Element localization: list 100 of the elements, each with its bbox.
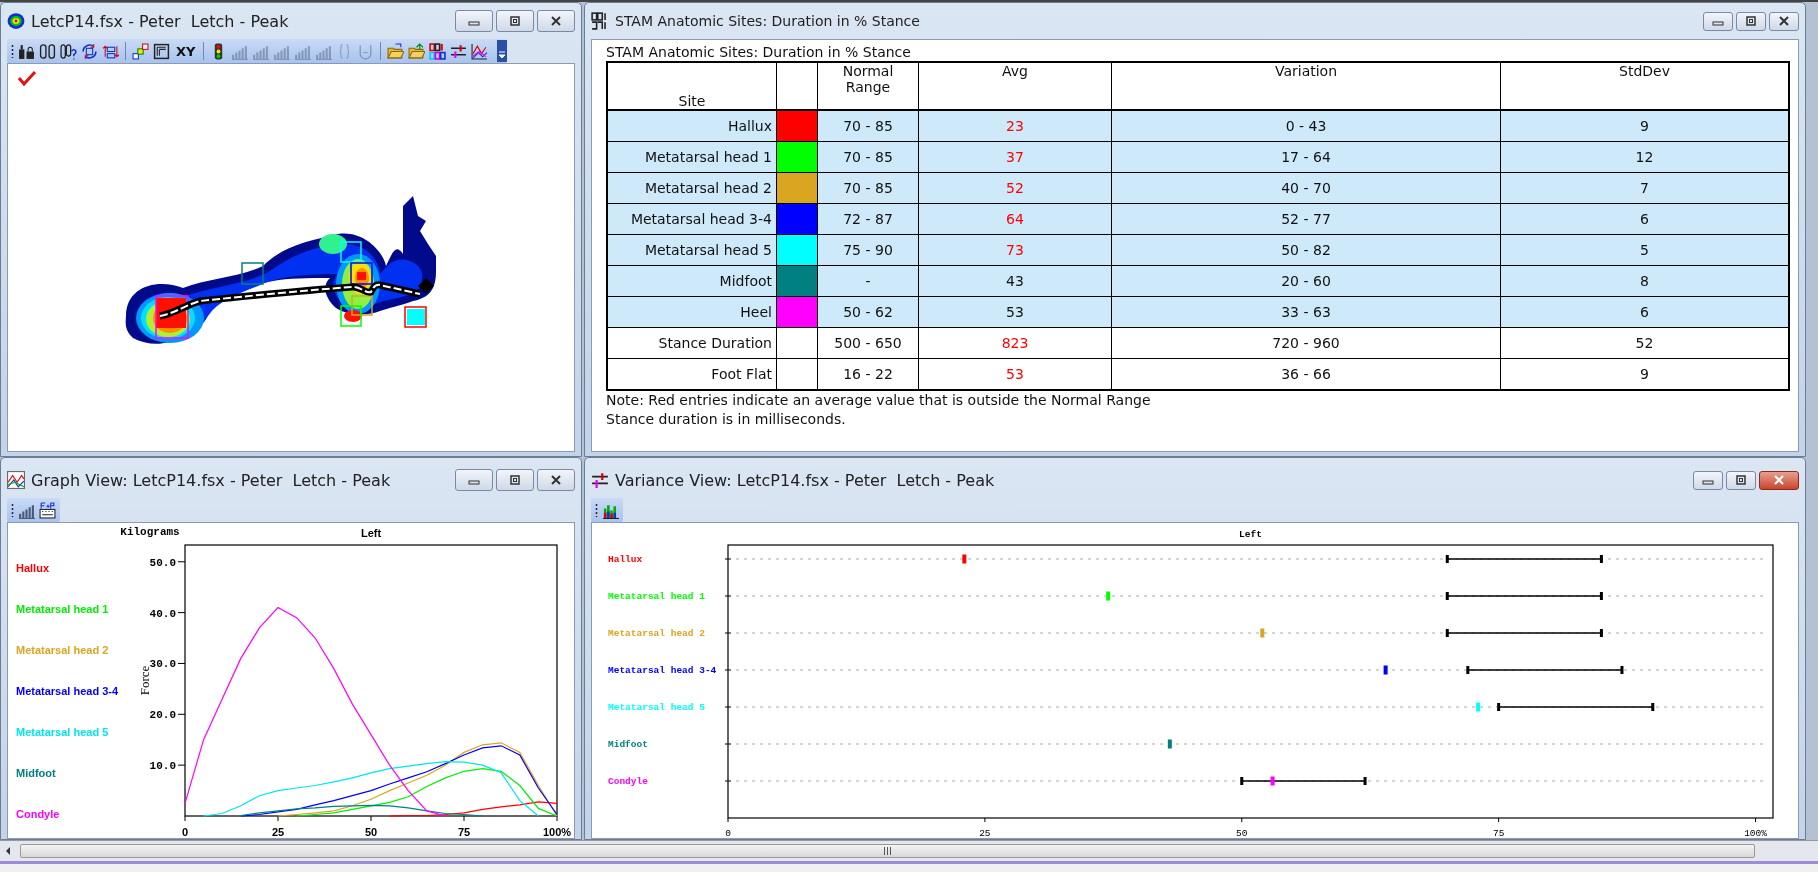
tick-mark xyxy=(1498,817,1500,823)
average-marker xyxy=(1260,628,1265,638)
column-header: Variation xyxy=(1111,62,1501,110)
bottle-lock-icon[interactable] xyxy=(18,42,35,60)
category-label: Condyle xyxy=(608,776,648,787)
table-cell: 500 - 650 xyxy=(817,327,919,359)
table-cell: 12 xyxy=(1500,141,1789,173)
tick-mark xyxy=(177,561,186,563)
grid-icon xyxy=(591,12,609,30)
average-marker xyxy=(1167,739,1172,749)
table-cell: 9 xyxy=(1500,358,1789,390)
tick-mark xyxy=(277,815,279,822)
table-cell: 52 xyxy=(918,172,1112,204)
average-marker xyxy=(1106,591,1111,601)
tick-mark xyxy=(177,612,186,614)
tick-label: 75 xyxy=(457,826,471,838)
site-cell: Foot Flat xyxy=(607,358,777,390)
table-cell: 64 xyxy=(918,203,1112,235)
site-cell: Metatarsal head 1 xyxy=(607,141,777,173)
maximize-button[interactable] xyxy=(1726,470,1756,490)
table-cell: 73 xyxy=(918,234,1112,266)
close-button[interactable] xyxy=(537,469,575,491)
table-cell: 0 - 43 xyxy=(1111,110,1501,142)
tick-label: 10.0 xyxy=(149,760,176,773)
average-marker xyxy=(1383,665,1388,675)
tick-label: 40.0 xyxy=(149,607,176,620)
column-header: Site xyxy=(607,62,777,110)
chart-title: Left xyxy=(1239,529,1262,540)
horizontal-scrollbar[interactable] xyxy=(0,840,1818,861)
tick-label: 50.0 xyxy=(149,556,176,569)
window-title: STAM Anatomic Sites: Duration in % Stance xyxy=(615,13,921,29)
legend-label: Metatarsal head 5 xyxy=(16,726,109,738)
grip-icon[interactable] xyxy=(595,503,598,517)
minimize-button[interactable] xyxy=(455,10,493,32)
folder-icon[interactable] xyxy=(387,42,405,60)
maximize-icon xyxy=(509,475,521,485)
legend-label: Metatarsal head 2 xyxy=(16,644,109,656)
tick-label: 30.0 xyxy=(149,658,176,671)
category-label: Metatarsal head 3-4 xyxy=(608,665,717,676)
tick-label: 25 xyxy=(979,828,991,839)
close-icon xyxy=(550,16,562,26)
tick-label: 100% xyxy=(542,826,572,838)
footprints-icon[interactable] xyxy=(39,42,56,60)
maximize-icon xyxy=(509,16,521,26)
table-cell: 23 xyxy=(918,110,1112,142)
category-label: Midfoot xyxy=(608,739,648,750)
average-marker xyxy=(1270,776,1275,786)
maximize-button[interactable] xyxy=(1736,11,1766,31)
footprints-question-icon[interactable] xyxy=(60,42,77,60)
tick-mark xyxy=(370,815,372,822)
line-graph-icon[interactable] xyxy=(471,42,489,60)
frame-icon[interactable] xyxy=(153,42,170,60)
units-label: Kilograms xyxy=(120,526,180,538)
table-cell: 7 xyxy=(1500,172,1789,204)
legend-label: Midfoot xyxy=(16,767,56,779)
close-button[interactable] xyxy=(1769,11,1799,31)
tick-mark xyxy=(184,815,186,822)
close-icon xyxy=(1778,16,1790,26)
tick-mark xyxy=(177,764,186,766)
rotate-arrows-icon[interactable] xyxy=(81,42,98,60)
table-cell: 16 - 22 xyxy=(817,358,919,390)
color-grid-icon[interactable] xyxy=(429,42,447,60)
grip-icon[interactable] xyxy=(11,503,14,517)
table-cell: 50 - 62 xyxy=(817,296,919,328)
xy-button[interactable]: XY xyxy=(174,43,198,59)
overflow-chevron-icon[interactable] xyxy=(497,40,507,62)
average-marker xyxy=(1476,702,1481,712)
tick-label: 50 xyxy=(364,826,378,838)
table-cell: - xyxy=(817,265,919,297)
maximize-button[interactable] xyxy=(496,469,534,491)
tick-mark xyxy=(463,815,465,822)
tick-mark xyxy=(556,815,558,822)
note-text: Note: Red entries indicate an average value that is outside the Normal Range xyxy=(606,391,1152,410)
scrollbar-thumb[interactable] xyxy=(20,844,1755,858)
window-title: LetcP14.fsx - Peter Letch - Peak xyxy=(31,11,290,31)
table-cell: 33 - 63 xyxy=(1111,296,1501,328)
table-cell: 50 - 82 xyxy=(1111,234,1501,266)
scroll-left-arrow-icon[interactable] xyxy=(4,846,12,856)
maximize-icon xyxy=(1745,16,1757,26)
window-title: Graph View: LetcP14.fsx - Peter Letch - Peak xyxy=(31,470,392,490)
table-cell: 9 xyxy=(1500,110,1789,142)
legend-label: Metatarsal head 1 xyxy=(16,603,109,615)
category-label: Metatarsal head 5 xyxy=(608,702,705,713)
range-bars-icon[interactable] xyxy=(450,42,468,60)
maximize-button[interactable] xyxy=(496,10,534,32)
table-cell: 6 xyxy=(1500,203,1789,235)
close-button[interactable] xyxy=(537,10,575,32)
close-button[interactable] xyxy=(1759,470,1799,490)
keyboard-icon[interactable] xyxy=(39,501,56,519)
table-cell: 70 - 85 xyxy=(817,172,919,204)
line-graph-icon xyxy=(7,471,25,489)
grip-icon[interactable] xyxy=(11,44,14,58)
legend-label: Metatarsal head 3-4 xyxy=(16,685,119,697)
tick-label: 50 xyxy=(1236,828,1248,839)
tick-label: 100% xyxy=(1744,828,1767,839)
window-title: Variance View: LetcP14.fsx - Peter Letch - Peak xyxy=(615,470,996,490)
table-cell: 52 - 77 xyxy=(1111,203,1501,235)
tick-mark xyxy=(1755,817,1757,823)
color-squares-icon[interactable] xyxy=(132,42,149,60)
minimize-button[interactable] xyxy=(455,469,493,491)
